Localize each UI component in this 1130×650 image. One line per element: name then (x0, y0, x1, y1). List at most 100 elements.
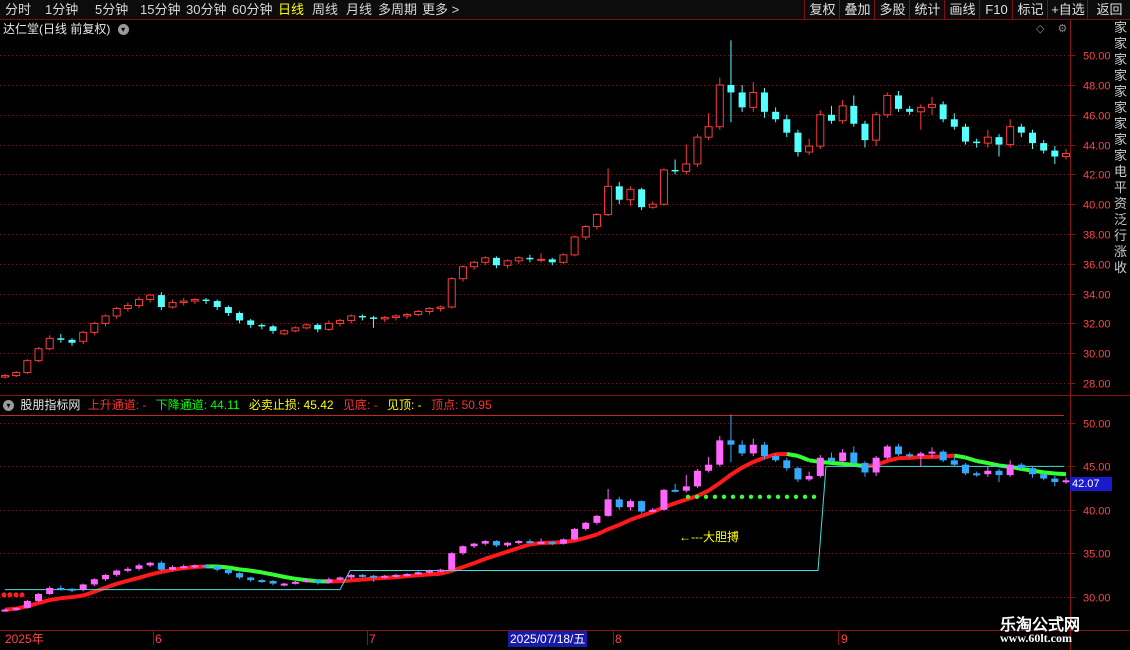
diamond-icon[interactable]: ◇ (1036, 23, 1044, 35)
main-tick-label: 34.00 (1083, 290, 1111, 302)
candle-body-up (146, 294, 155, 301)
candle-body-up (481, 257, 490, 263)
ind-candle-body (515, 541, 523, 544)
ind-candle-body (90, 579, 98, 585)
stop-loss-dot (739, 494, 745, 499)
date-label-sep: 9 (841, 632, 848, 646)
stop-loss-dot (748, 494, 754, 499)
date-label-jun: 6 (155, 632, 162, 646)
ind-candle-body (258, 580, 266, 583)
candle-body-up (604, 185, 613, 216)
indicator-header: ▾ 股朋指标网 上升通道: - 下降通道: 44.11 必卖止损: 45.42 … (3, 397, 492, 413)
main-tick-label: 42.00 (1083, 170, 1111, 182)
ind-candle-body (850, 452, 858, 463)
ind-candle-body (604, 499, 612, 516)
ind-candle-body (291, 581, 299, 584)
candle-body-down (57, 338, 65, 340)
ind-candle-body (1040, 474, 1048, 479)
candle-body-down (939, 104, 947, 120)
candle-body-up (101, 315, 110, 324)
ind-candle-body (35, 593, 43, 601)
ind-candle-body (470, 543, 478, 547)
candle-body-down (950, 119, 958, 127)
candle-body-up (659, 169, 668, 205)
candle-body-up (34, 348, 43, 362)
candle-body-down (671, 169, 679, 172)
candle-body-down (269, 326, 277, 331)
candle-body-down (973, 141, 981, 144)
candle-body-up (90, 322, 99, 333)
ind-candle-body (671, 489, 679, 492)
candle-body-up (436, 306, 445, 310)
grid-lines (0, 20, 1130, 650)
ind-candle-body (448, 553, 456, 570)
chevron-down-icon[interactable]: ▾ (3, 400, 14, 412)
candle-body-down (314, 324, 322, 330)
ind-candle-body (906, 454, 914, 457)
candle-body-up (425, 308, 434, 312)
candle-body-down (850, 105, 858, 124)
candle-body-up (79, 331, 88, 342)
bottom-marker-dot (19, 592, 25, 598)
ind-candle-body (626, 501, 634, 508)
ind-candle-body (392, 574, 400, 577)
peak-label: 顶点: 50.95 (430, 398, 492, 412)
main-tick-label: 40.00 (1083, 200, 1111, 212)
date-label-jul: 7 (369, 632, 376, 646)
ind-candle-body (180, 566, 188, 569)
ind-candle-body (716, 440, 724, 465)
ind-candle-body (615, 499, 623, 508)
candle-body-down (526, 257, 534, 260)
candle-body-down (68, 339, 76, 343)
candle-body-up (916, 106, 925, 113)
chevron-down-icon[interactable]: ▾ (117, 24, 129, 36)
top-label: 见顶: - (386, 398, 422, 412)
ind-candle-body (537, 541, 545, 544)
candle-body-down (772, 111, 780, 120)
candle-body-up (135, 299, 144, 307)
gear-icon[interactable]: ⚙ (1058, 23, 1068, 35)
ind-candle-body (693, 470, 701, 487)
stop-loss-dot (730, 494, 736, 499)
candle-body-up (1, 375, 9, 378)
candle-body-up (927, 103, 936, 108)
candle-body-up (336, 319, 345, 324)
ind-candle-body (760, 444, 768, 456)
indicator-name: 股朋指标网 (20, 398, 81, 412)
candle-body-up (403, 313, 412, 317)
candle-body-up (291, 327, 300, 332)
ind-tick-label: 45.00 (1083, 462, 1111, 474)
candle-body-up (626, 188, 635, 201)
ind-candle-body (492, 541, 500, 546)
candle-body-up (749, 91, 758, 108)
ind-candle-body (102, 574, 110, 580)
ind-candle-body (157, 562, 165, 570)
bottom-marker-dot (7, 592, 13, 598)
ind-candle-body (213, 566, 221, 570)
ind-candle-body (135, 565, 143, 569)
current-price-tag: 42.07 (1070, 477, 1112, 491)
main-tick-label: 50.00 (1083, 51, 1111, 63)
candle-body-up (123, 305, 132, 309)
ind-candle-body (280, 583, 288, 586)
ind-tick-label: 50.00 (1083, 419, 1111, 431)
candle-body-up (302, 324, 311, 329)
ind-candle-body (649, 509, 657, 512)
ind-candle-body (370, 575, 378, 578)
ind-candle-body (917, 453, 925, 456)
bold-bet-annotation: ←---大胆搏 (679, 530, 739, 544)
ind-candle-body (950, 460, 958, 465)
candle-body-up (179, 300, 188, 304)
ind-candle-body (12, 607, 20, 610)
candle-body-up (570, 236, 579, 256)
ind-candle-body (727, 440, 735, 445)
candle-body-up (458, 266, 467, 280)
chart-canvas: 50.00 48.00 46.00 44.00 42.00 40.00 38.00 36.00… (0, 20, 1130, 650)
ind-candle-body (23, 600, 31, 608)
stop-loss-dot (712, 494, 718, 499)
ind-candle-body (593, 515, 601, 523)
ind-candle-body (314, 580, 322, 583)
ind-candle-body (571, 528, 579, 540)
candle-body-down (236, 312, 244, 321)
stop-loss-dot (694, 494, 700, 499)
